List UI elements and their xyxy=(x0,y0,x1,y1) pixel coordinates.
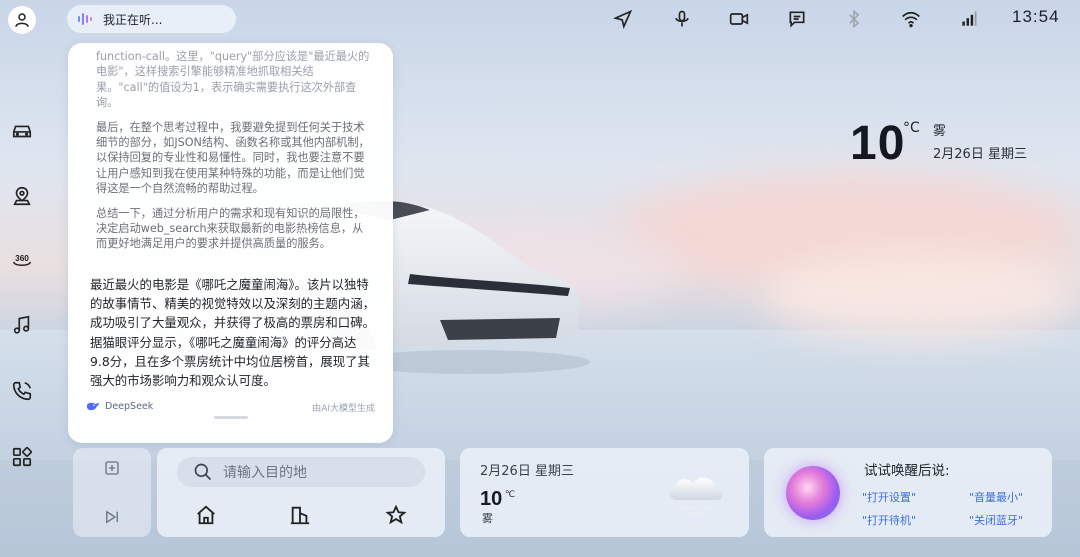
clock: 13:54 xyxy=(1012,7,1060,26)
weather-widget-date: 2月26日 星期三 xyxy=(480,464,574,479)
signal-status xyxy=(959,8,979,30)
user-avatar-button[interactable] xyxy=(8,6,36,34)
weather-widget-temperature: 10 xyxy=(480,488,503,510)
navigation-widget: 请输入目的地 xyxy=(157,448,445,537)
search-icon xyxy=(194,463,212,481)
camera-status-button[interactable] xyxy=(729,8,749,30)
fog-weather-icon xyxy=(669,477,723,515)
voice-command-hint[interactable]: "打开待机" xyxy=(862,512,916,528)
weather-date: 2月26日 星期三 xyxy=(933,147,1027,162)
company-icon[interactable] xyxy=(289,504,311,526)
nav-map-button[interactable] xyxy=(6,180,38,212)
wifi-icon xyxy=(902,11,920,28)
ai-generated-label: 由AI大模型生成 xyxy=(312,404,375,414)
weather-widget-unit: ℃ xyxy=(505,490,516,500)
user-icon xyxy=(15,13,29,27)
thinking-paragraph: 总结一下，通过分析用户的需求和现有知识的局限性，决定启动web_search来获… xyxy=(96,206,365,251)
signal-icon xyxy=(962,11,977,26)
ai-chat-card[interactable]: function-call。这里，"query"部分应该是"最近最火的电影"，这… xyxy=(68,43,393,443)
ai-answer-text: 最近最火的电影是《哪吒之魔童闹海》。该片以独特的故事情节、精美的视觉特效以及深刻… xyxy=(90,277,375,389)
svg-text:360: 360 xyxy=(15,254,29,263)
deepseek-logo-icon xyxy=(86,402,100,411)
voice-wave-icon xyxy=(78,13,92,25)
home-icon[interactable] xyxy=(195,504,217,526)
weather-widget-condition: 雾 xyxy=(482,512,493,525)
voice-command-hint[interactable]: "音量最小" xyxy=(969,489,1023,505)
music-icon xyxy=(13,315,30,334)
voice-assistant-pill[interactable]: 我正在听... xyxy=(67,5,236,33)
voice-hint-widget[interactable]: 试试唤醒后说: "打开设置" "音量最小" "打开待机" "关闭蓝牙" xyxy=(764,448,1052,537)
navigation-status-button[interactable] xyxy=(613,8,633,30)
voice-command-hint[interactable]: "打开设置" xyxy=(862,489,916,505)
location-icon xyxy=(13,186,31,206)
card-drag-handle[interactable] xyxy=(214,416,248,419)
favorites-star-icon[interactable] xyxy=(385,504,407,526)
bluetooth-status[interactable] xyxy=(844,8,864,30)
weather-widget[interactable]: 2月26日 星期三 10 ℃ 雾 xyxy=(460,448,749,537)
ai-source: DeepSeek xyxy=(86,400,153,412)
360-view-icon: 360 xyxy=(13,254,31,267)
weather-unit: °C xyxy=(903,120,920,136)
message-icon xyxy=(789,11,805,28)
voice-hint-title: 试试唤醒后说: xyxy=(864,463,950,479)
message-status-button[interactable] xyxy=(787,8,807,30)
nav-360-button[interactable]: 360 xyxy=(6,244,38,276)
wifi-status[interactable] xyxy=(901,8,921,30)
thinking-paragraph: function-call。这里，"query"部分应该是"最近最火的电影"，这… xyxy=(96,50,370,110)
destination-search-input[interactable]: 请输入目的地 xyxy=(177,457,425,487)
search-placeholder: 请输入目的地 xyxy=(223,465,307,481)
thinking-paragraph: 最后，在整个思考过程中，我要避免提到任何关于技术细节的部分，如JSON结构、函数… xyxy=(96,120,370,196)
ai-thinking-text: function-call。这里，"query"部分应该是"最近最火的电影"，这… xyxy=(96,50,371,261)
bluetooth-icon xyxy=(849,9,860,29)
voice-status-text: 我正在听... xyxy=(103,12,163,27)
nav-phone-button[interactable] xyxy=(6,375,38,407)
media-control-strip xyxy=(73,448,151,537)
apps-icon xyxy=(12,446,33,467)
playlist-add-icon[interactable] xyxy=(103,459,121,477)
voice-command-hint[interactable]: "关闭蓝牙" xyxy=(969,512,1023,528)
voice-assistant-orb[interactable] xyxy=(786,466,840,520)
background-cloud xyxy=(760,250,1080,340)
source-label: DeepSeek xyxy=(105,400,154,412)
phone-icon xyxy=(12,381,32,401)
next-track-icon[interactable] xyxy=(103,508,121,526)
weather-condition: 雾 xyxy=(933,124,947,139)
left-nav-bar: 360 xyxy=(0,0,44,557)
navigation-icon xyxy=(613,9,633,29)
car-icon xyxy=(12,125,32,138)
microphone-icon xyxy=(675,10,689,27)
weather-temperature: 10 xyxy=(850,117,906,170)
nav-music-button[interactable] xyxy=(6,309,38,341)
nav-car-button[interactable] xyxy=(6,115,38,147)
nav-apps-button[interactable] xyxy=(6,441,38,473)
microphone-status-button[interactable] xyxy=(672,8,692,30)
camera-icon xyxy=(729,13,749,25)
